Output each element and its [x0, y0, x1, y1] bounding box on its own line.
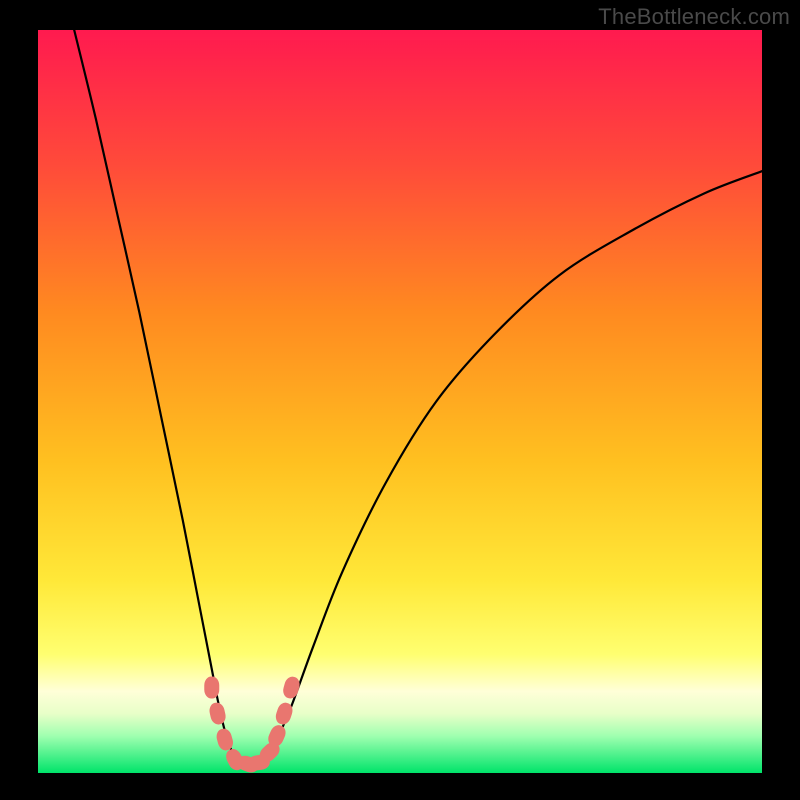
bottleneck-curve	[74, 30, 762, 764]
curve-marker	[204, 677, 219, 699]
chart-frame: TheBottleneck.com	[0, 0, 800, 800]
curve-marker	[215, 727, 235, 752]
watermark-text: TheBottleneck.com	[598, 4, 790, 30]
plot-area	[38, 30, 762, 773]
curve-marker	[281, 675, 301, 700]
curve-layer	[38, 30, 762, 773]
curve-marker	[208, 701, 227, 726]
curve-markers	[204, 675, 301, 773]
